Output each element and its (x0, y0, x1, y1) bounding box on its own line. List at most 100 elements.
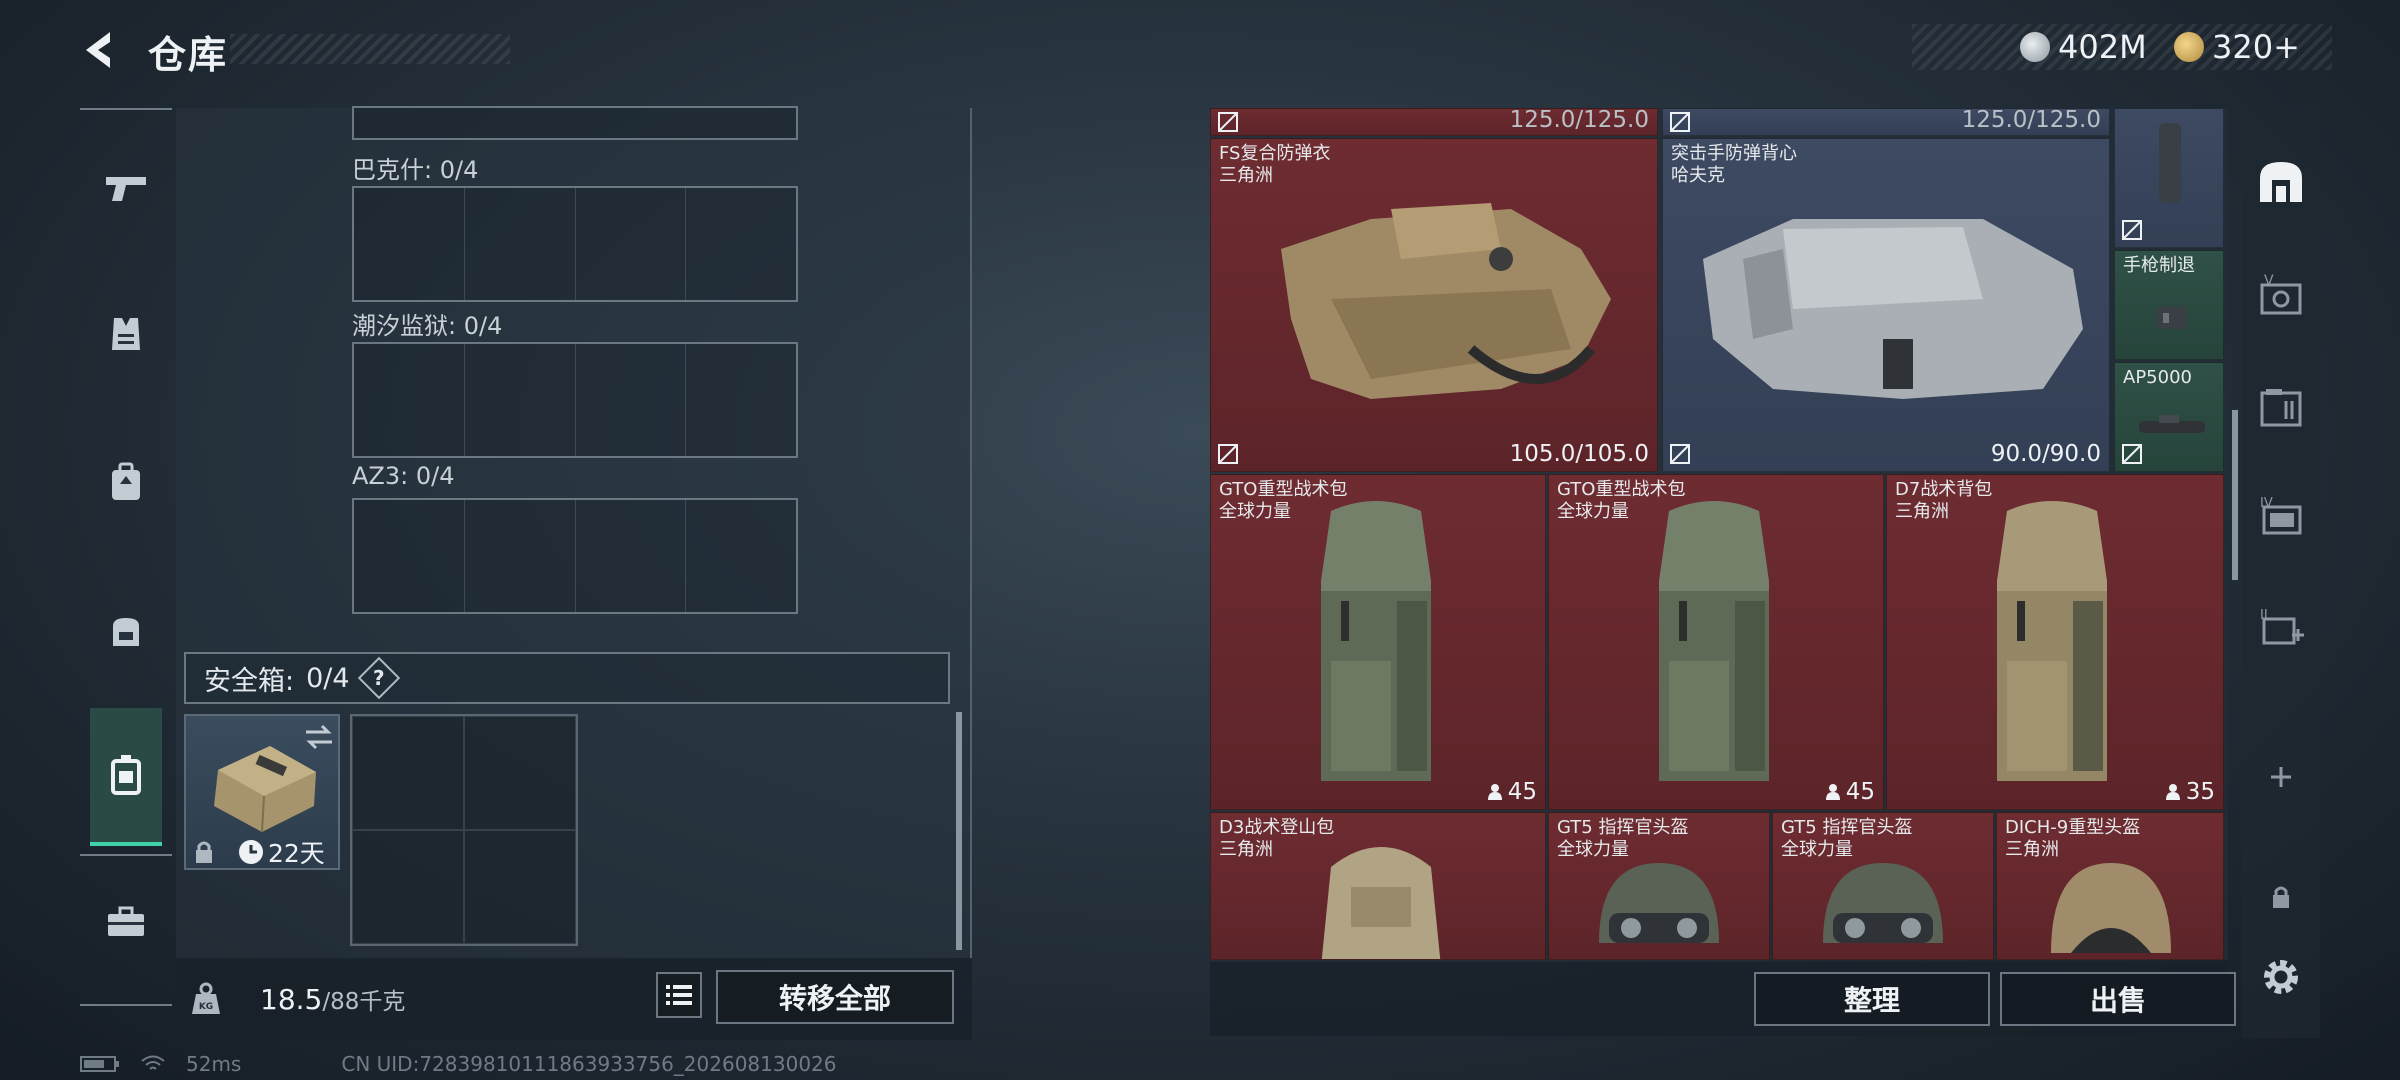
scrollbar[interactable] (2232, 410, 2238, 580)
back-icon[interactable] (78, 28, 122, 72)
item-card-attachment[interactable] (2114, 108, 2224, 248)
currency-gold-value: 320+ (2212, 28, 2300, 66)
stash-tab-2[interactable]: II (2248, 594, 2314, 660)
item-name: 突击手防弹背心 哈夫克 (1671, 143, 1797, 187)
stash-group-box-partial (352, 106, 798, 140)
item-name: FS复合防弹衣 三角洲 (1219, 143, 1330, 187)
safe-case-item[interactable]: 22天 (184, 714, 340, 870)
lock-icon (2273, 886, 2289, 908)
nav-divider (80, 1004, 172, 1006)
capacity-icon (2165, 784, 2180, 800)
broken-icon (1670, 112, 1690, 132)
item-name-text: 突击手防弹背心 (1671, 143, 1797, 164)
helmet-image (2051, 863, 2171, 953)
stash-home-icon (2260, 162, 2302, 202)
currency-gold[interactable]: 320+ (2174, 24, 2300, 70)
safe-case-image (214, 746, 316, 833)
item-card-attachment[interactable]: 手枪制退 (2114, 250, 2224, 360)
svg-text:KG: KG (199, 1002, 213, 1012)
uid-text: CN UID:7283981011186393375​6_20260813002… (341, 1052, 837, 1076)
cabinet-icon (2260, 389, 2302, 427)
stash-tab-5[interactable]: V (2248, 262, 2314, 328)
nav-safe-case[interactable] (90, 708, 162, 846)
nav-divider (80, 108, 172, 110)
stash-tab-v-icon: V (2260, 273, 2302, 315)
scrollbar[interactable] (956, 712, 962, 950)
capacity-icon (1487, 784, 1502, 800)
item-name-text: FS复合防弹衣 (1219, 143, 1331, 164)
helmet-image (1823, 863, 1943, 943)
stash-group-slots[interactable] (352, 342, 798, 458)
nav-weapons[interactable] (90, 152, 162, 224)
item-durability: 125.0/125.0 (1509, 108, 1649, 133)
helmet-image (1599, 863, 1719, 943)
swap-icon[interactable] (304, 724, 334, 750)
status-bar: 52ms CN UID:7283981011186393375​6_202608… (80, 1052, 837, 1076)
broken-icon (1218, 444, 1238, 464)
item-card-helmet[interactable]: GT5 指挥官头盔 全球力量 (1548, 812, 1770, 960)
add-stash-button[interactable] (2248, 744, 2314, 810)
item-card-helmet[interactable]: DICH-9重型头盔 三角洲 (1996, 812, 2224, 960)
stash-tab-cabinet[interactable] (2248, 374, 2314, 440)
scope-image (2139, 415, 2205, 433)
safe-box-slots[interactable] (350, 714, 578, 946)
item-durability: 105.0/105.0 (1509, 441, 1649, 467)
svg-text:IV: IV (2260, 496, 2273, 511)
broken-icon (1670, 444, 1690, 464)
stash-tab-4[interactable]: IV (2248, 482, 2314, 548)
toolbox-icon (108, 906, 144, 936)
item-card-backpack[interactable]: D7战术背包 三角洲 35 (1886, 474, 2224, 810)
currency-silver[interactable]: 402M (2020, 24, 2147, 70)
left-nav (80, 108, 172, 1008)
nav-small-bag[interactable] (90, 594, 162, 666)
list-view-button[interactable] (656, 972, 702, 1018)
transfer-all-button[interactable]: 转移全部 (716, 970, 954, 1024)
stash-tab-ii-icon: II (2260, 608, 2304, 645)
item-origin: 三角洲 (1219, 165, 1273, 186)
organize-button[interactable]: 整理 (1754, 972, 1990, 1026)
stash-bottom-bar: KG 18.5/88千克 转移全部 (176, 958, 972, 1040)
item-card-backpack[interactable]: D3战术登山包 三角洲 (1210, 812, 1546, 960)
muzzle-brake-image (2157, 307, 2187, 329)
item-card-partial[interactable]: 125.0/125.0 (1210, 108, 1658, 136)
item-card-armor[interactable]: FS复合防弹衣 三角洲 105.0/105.0 (1210, 138, 1658, 472)
stash-group-slots[interactable] (352, 498, 798, 614)
sell-button[interactable]: 出售 (2000, 972, 2236, 1026)
vest-icon (112, 318, 140, 350)
stash-tab-main[interactable] (2248, 148, 2314, 214)
nav-divider (80, 854, 172, 856)
item-origin: 全球力量 (1557, 501, 1629, 522)
safe-box-label: 安全箱: (204, 665, 295, 697)
help-icon[interactable]: ? (357, 656, 400, 700)
weight-readout: 18.5/88千克 (260, 982, 405, 1016)
backpack-image (1997, 501, 2107, 781)
nav-backpack[interactable] (90, 446, 162, 518)
weight-current: 18.5 (260, 983, 323, 1016)
stash-group-label: 巴克什: 0/4 (352, 156, 479, 184)
battery-icon (80, 1056, 119, 1072)
item-durability: 90.0/90.0 (1990, 441, 2101, 467)
inventory-bottom-bar: 整理 出售 (1210, 962, 2236, 1036)
inventory-grid: 125.0/125.0 125.0/125.0 FS复合防弹衣 三角洲 105.0… (1210, 108, 2228, 960)
item-card-armor[interactable]: 突击手防弹背心 哈夫克 90.0/90.0 (1662, 138, 2110, 472)
mountain-backpack-image (1321, 847, 1441, 959)
item-count-value: 45 (1507, 779, 1537, 805)
stash-tab-iv-icon: IV (2260, 496, 2302, 535)
settings-button[interactable] (2248, 944, 2314, 1010)
item-origin: 三角洲 (1219, 839, 1273, 860)
item-card-helmet[interactable]: GT5 指挥官头盔 全球力量 (1772, 812, 1994, 960)
attachment-image (2159, 123, 2181, 203)
item-origin: 哈夫克 (1671, 165, 1725, 186)
item-card-attachment[interactable]: AP5000 (2114, 362, 2224, 472)
item-card-backpack[interactable]: GTO重型战术包 全球力量 45 (1548, 474, 1884, 810)
item-card-backpack[interactable]: GTO重型战术包 全球力量 45 (1210, 474, 1546, 810)
stash-group-slots[interactable] (352, 186, 798, 302)
item-durability: 125.0/125.0 (1961, 108, 2101, 133)
lock-icon (196, 841, 212, 863)
item-card-partial[interactable]: 125.0/125.0 (1662, 108, 2110, 136)
item-name-text: DICH-9重型头盔 (2005, 817, 2141, 838)
right-nav: V IV II (2242, 108, 2320, 1038)
nav-armor[interactable] (90, 298, 162, 370)
nav-toolbox[interactable] (90, 886, 162, 958)
item-name-text: 手枪制退 (2123, 255, 2195, 276)
